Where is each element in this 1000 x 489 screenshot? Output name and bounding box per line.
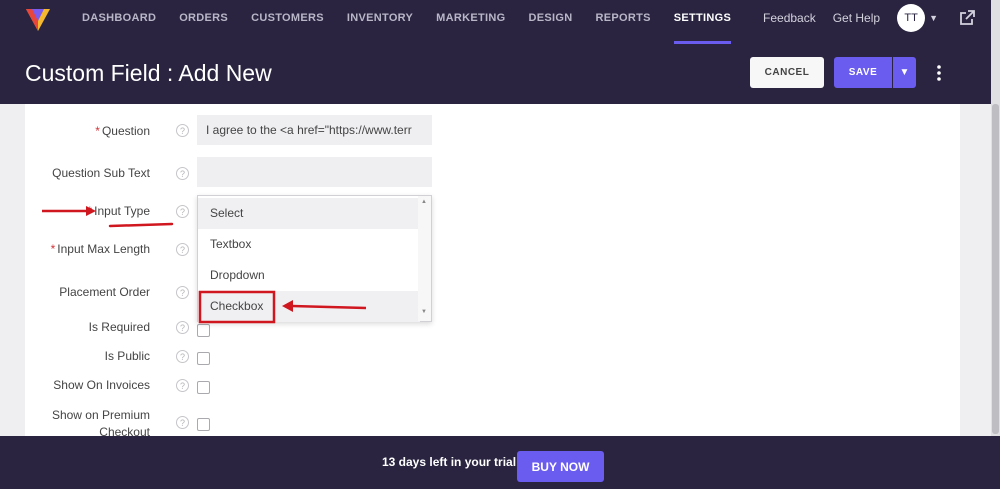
input-max-length-label: * Input Max Length [50,242,150,256]
scroll-up-icon[interactable]: ▲ [421,199,427,205]
placement-order-label: Placement Order [59,285,150,299]
chevron-down-icon[interactable]: ▼ [929,13,938,23]
is-required-checkbox[interactable] [197,324,210,337]
help-icon[interactable]: ? [176,416,189,429]
help-icon[interactable]: ? [176,379,189,392]
nav-settings[interactable]: SETTINGS [673,0,732,44]
is-public-label: Is Public [104,349,150,363]
save-button[interactable]: SAVE [834,57,892,88]
help-icon[interactable]: ? [176,124,189,137]
more-vertical-icon[interactable] [931,63,947,83]
question-label: * Question [95,124,150,138]
help-icon[interactable]: ? [176,167,189,180]
is-required-label: Is Required [88,320,150,334]
help-icon[interactable]: ? [176,243,189,256]
feedback-link[interactable]: Feedback [763,11,816,25]
nav-dashboard[interactable]: DASHBOARD [82,0,156,40]
dropdown-option-dropdown[interactable]: Dropdown [198,260,420,291]
nav-customers[interactable]: CUSTOMERS [251,0,324,40]
nav-reports[interactable]: REPORTS [595,0,650,40]
buy-now-button[interactable]: BUY NOW [517,451,604,482]
question-input[interactable] [197,115,432,145]
get-help-link[interactable]: Get Help [833,11,880,25]
dropdown-option-checkbox[interactable]: Checkbox [198,291,420,322]
page-title: Custom Field : Add New [25,60,272,86]
nav-marketing[interactable]: MARKETING [436,0,505,40]
dropdown-option-textbox[interactable]: Textbox [198,229,420,260]
cancel-button[interactable]: CANCEL [750,57,824,88]
main-nav: DASHBOARD ORDERS CUSTOMERS INVENTORY MAR… [82,0,754,44]
show-on-invoices-label: Show On Invoices [53,378,150,392]
save-options-button[interactable]: ▼ [893,57,916,88]
help-icon[interactable]: ? [176,286,189,299]
dropdown-scrollbar[interactable]: ▲ ▼ [418,196,431,321]
nav-orders[interactable]: ORDERS [179,0,228,40]
scroll-down-icon[interactable]: ▼ [421,309,427,315]
question-sub-text-label: Question Sub Text [52,166,150,180]
help-icon[interactable]: ? [176,321,189,334]
is-public-checkbox[interactable] [197,352,210,365]
show-on-invoices-checkbox[interactable] [197,381,210,394]
nav-inventory[interactable]: INVENTORY [347,0,413,40]
avatar[interactable]: TT [897,4,926,32]
trial-text: 13 days left in your trial [382,455,517,469]
logo-icon[interactable] [24,5,52,33]
show-on-premium-checkout-checkbox[interactable] [197,418,210,431]
help-icon[interactable]: ? [176,350,189,363]
top-header: DASHBOARD ORDERS CUSTOMERS INVENTORY MAR… [0,0,1000,104]
dropdown-option-select[interactable]: Select [198,198,420,229]
question-sub-text-input[interactable] [197,157,432,187]
custom-field-form: *Question ? Question Sub Text ? *Input T… [25,104,960,439]
external-link-icon[interactable] [958,9,976,27]
header-actions: Feedback Get Help TT ▼ [763,0,1000,36]
nav-design[interactable]: DESIGN [528,0,572,40]
page-scrollbar[interactable] [991,0,1000,489]
page-scrollbar-thumb[interactable] [992,104,999,434]
help-icon[interactable]: ? [176,205,189,218]
input-type-label: * Input Type [87,204,151,218]
input-type-dropdown[interactable]: Select Textbox Dropdown Checkbox ▲ ▼ [197,195,432,322]
chevron-down-icon: ▼ [899,67,910,78]
trial-footer: 13 days left in your trial BUY NOW [0,436,1000,489]
